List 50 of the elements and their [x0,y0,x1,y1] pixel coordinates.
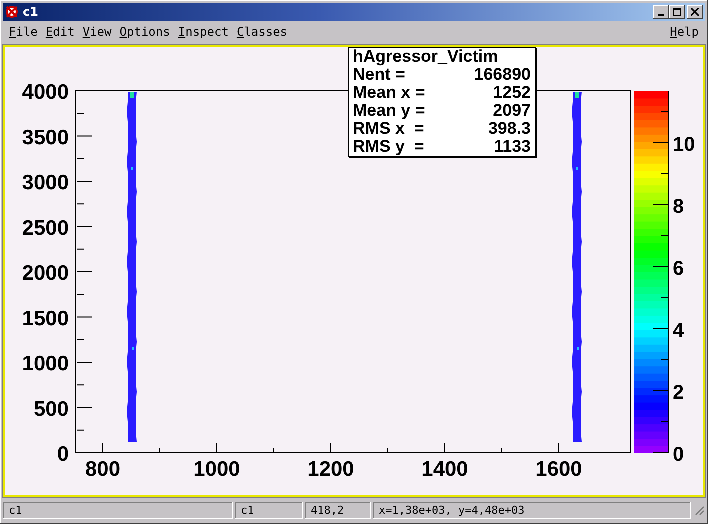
statistic-value: 2097 [493,102,531,120]
y-tick-label: 500 [34,398,69,421]
statistic-label: Mean y = [353,102,426,120]
y-tick-label: 3500 [22,126,69,150]
color-scale-label: 0 [673,444,684,466]
y-tick-label: 2500 [22,216,69,240]
status-field: c1 [3,502,233,518]
statistic-label: Mean x = [353,84,426,102]
y-tick-label: 2000 [22,262,69,285]
menu-item[interactable]: Help [666,25,703,39]
menu-item[interactable]: Options [116,25,174,39]
menu-item[interactable]: File [5,25,42,39]
menu-item[interactable]: Inspect [174,25,233,39]
close-icon [691,8,699,16]
minimize-button[interactable] [653,5,669,19]
menu-item[interactable]: Classes [232,25,292,39]
color-scale-label: 4 [673,320,684,342]
color-scale-label: 8 [673,196,684,218]
y-tick-label: 0 [57,443,69,466]
x-tick-label: 1400 [422,458,468,481]
menu-item[interactable]: View [78,25,116,39]
maximize-button[interactable] [669,5,685,19]
x-tick-label: 1200 [308,458,354,481]
color-scale-label: 2 [673,382,684,404]
status-field: 418,2 [305,502,371,518]
maximize-icon [673,8,681,16]
color-scale-label: 6 [673,258,684,280]
window-title: c1 [23,5,38,19]
status-field: c1 [235,502,303,518]
status-field: x=1,38e+03, y=4,48e+03 [373,502,691,518]
statistic-label: Nent = [353,66,406,84]
statistic-label: RMS x = [353,120,424,138]
x-tick-label: 1600 [536,458,582,481]
color-scale-label: 10 [673,134,696,156]
y-tick-label: 1500 [22,307,69,330]
x-tick-label: 800 [85,458,121,481]
statistic-value: 1252 [493,84,531,102]
statistic-label: RMS y = [353,138,424,156]
y-tick-label: 1000 [22,352,69,376]
close-button[interactable] [687,5,703,19]
y-tick-label: 3000 [22,172,69,194]
y-tick-label: 4000 [22,81,69,104]
statistic-value: 1133 [494,138,531,156]
statistic-value: 398.3 [488,120,531,138]
app-logo-icon [5,5,19,19]
x-tick-label: 1000 [194,458,240,481]
menu-item[interactable]: Edit [42,25,79,39]
resize-grip-icon [693,504,705,516]
histogram-name: hAgressor_Victim [353,48,500,66]
statistic-value: 166890 [474,66,531,84]
